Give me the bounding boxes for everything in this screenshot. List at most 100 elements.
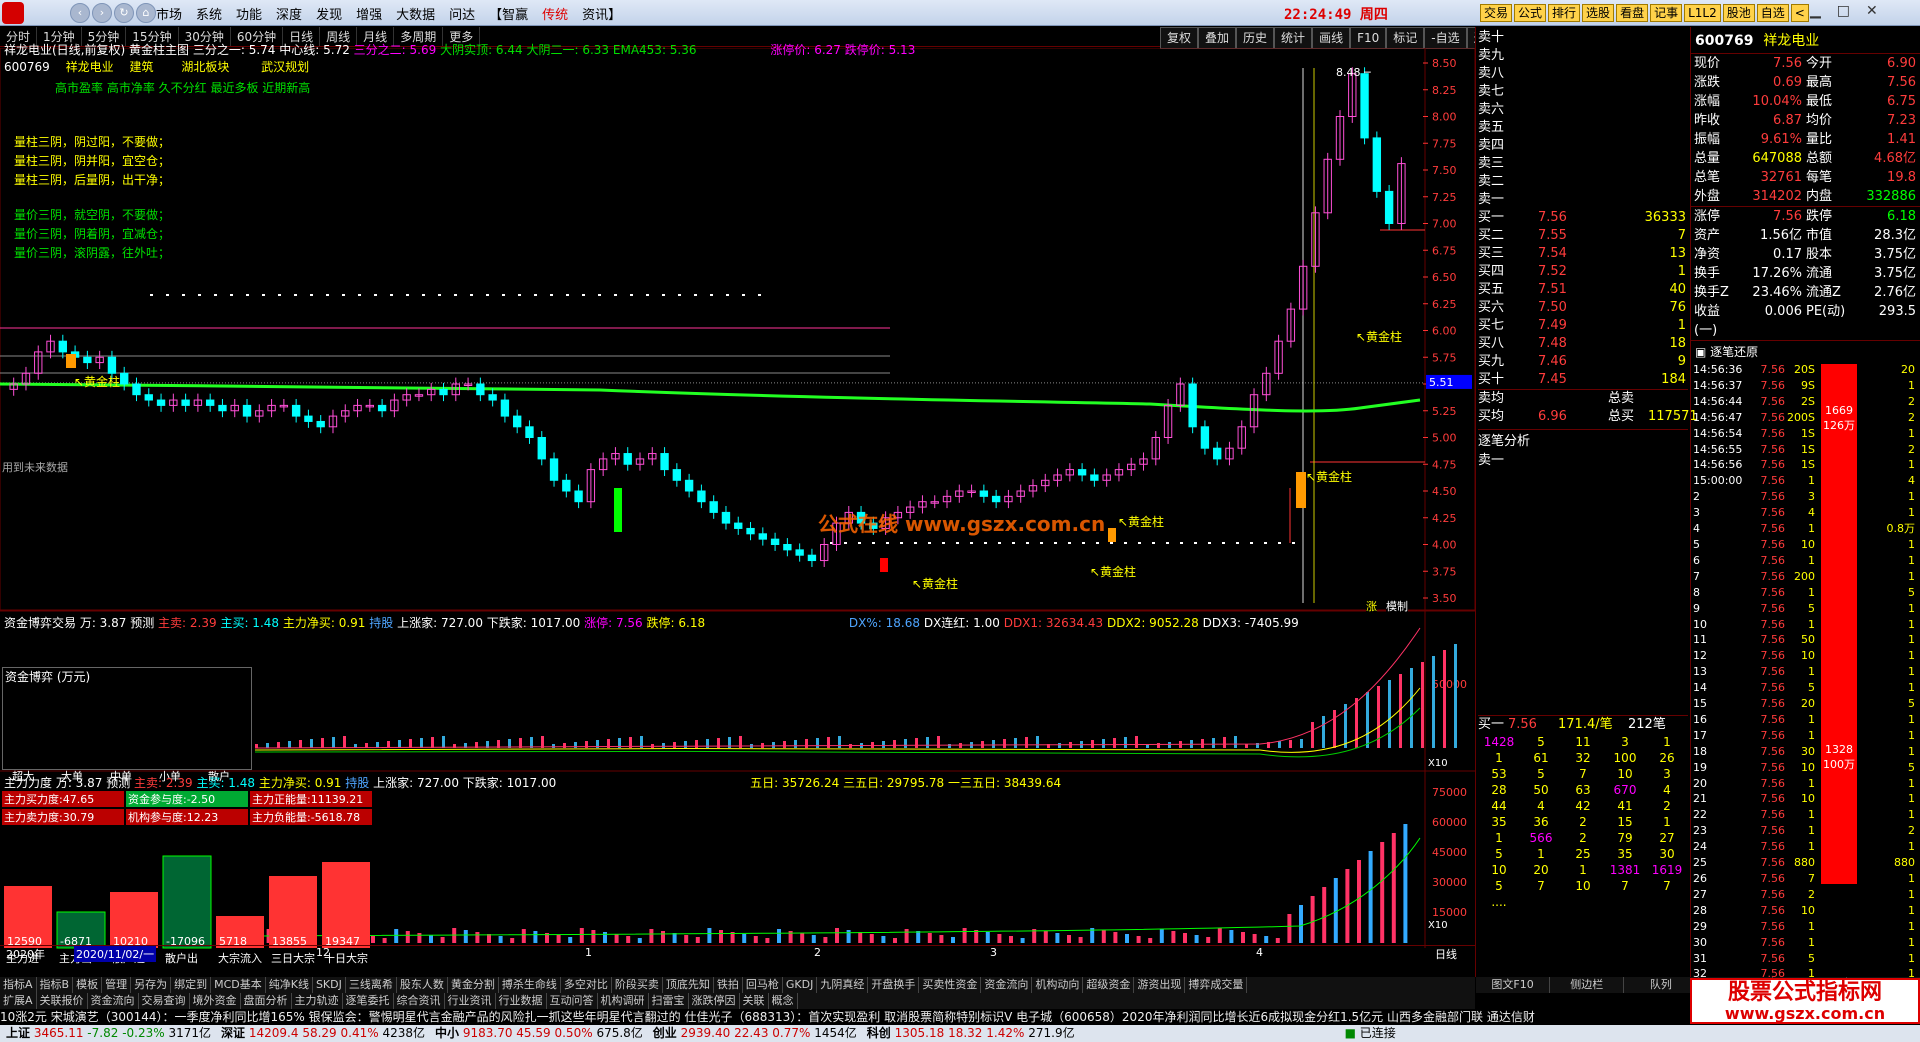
quick-button-5[interactable]: 记事 bbox=[1650, 4, 1683, 22]
quick-button-1[interactable]: 公式 bbox=[1514, 4, 1547, 22]
tool-2[interactable]: 历史 bbox=[1236, 27, 1275, 49]
sell-level-8[interactable]: 卖二 bbox=[1478, 173, 1688, 191]
buy-level-2[interactable]: 买三 7.54 13 bbox=[1478, 245, 1688, 263]
panel-tab-2[interactable]: 队列 bbox=[1624, 977, 1699, 993]
indicator-tab-5[interactable]: 绑定到 bbox=[171, 977, 212, 993]
indicator-tab-6[interactable]: MCD基本 bbox=[211, 977, 266, 993]
buy-level-6[interactable]: 买七 7.49 1 bbox=[1478, 317, 1688, 335]
sell-level-3[interactable]: 卖七 bbox=[1478, 83, 1688, 101]
indicator-tab-11[interactable]: 黄金分割 bbox=[448, 977, 499, 993]
menu-item-2[interactable]: 功能 bbox=[236, 4, 262, 23]
sell-level-4[interactable]: 卖六 bbox=[1478, 101, 1688, 119]
maximize-icon[interactable]: □ bbox=[1837, 3, 1850, 19]
buy-level-7[interactable]: 买八 7.48 18 bbox=[1478, 335, 1688, 353]
menu-item-5[interactable]: 增强 bbox=[356, 4, 382, 23]
quick-button-4[interactable]: 看盘 bbox=[1616, 4, 1649, 22]
menu-item-0[interactable]: 市场 bbox=[156, 4, 182, 23]
menu-item-8[interactable]: 【智赢 bbox=[489, 4, 528, 23]
indicator-tab-25[interactable]: 游资出现 bbox=[1134, 977, 1186, 993]
buy-level-4[interactable]: 买五 7.51 40 bbox=[1478, 281, 1688, 299]
panel-tab-0[interactable]: 图文F10 bbox=[1476, 977, 1551, 993]
quick-button-3[interactable]: 选股 bbox=[1582, 4, 1615, 22]
extension-tab-16[interactable]: 概念 bbox=[769, 993, 798, 1009]
extension-tab-3[interactable]: 交易查询 bbox=[139, 993, 190, 1009]
indicator-tab-4[interactable]: 另存为 bbox=[131, 977, 172, 993]
extension-tab-9[interactable]: 行业资讯 bbox=[445, 993, 496, 1009]
minimize-icon[interactable]: ▁ bbox=[1810, 3, 1821, 19]
extension-tab-0[interactable]: 扩展A bbox=[0, 993, 37, 1009]
indicator-tab-24[interactable]: 超级资金 bbox=[1083, 977, 1135, 993]
kc-index[interactable]: 科创 1305.18 18.32 1.42% 271.9亿 bbox=[867, 1025, 1075, 1042]
buy-level-9[interactable]: 买十 7.45 184 bbox=[1478, 371, 1688, 389]
sell-level-6[interactable]: 卖四 bbox=[1478, 137, 1688, 155]
indicator-tab-21[interactable]: 买卖性资金 bbox=[919, 977, 982, 993]
quick-button-7[interactable]: 股池 bbox=[1722, 4, 1755, 22]
buy-level-5[interactable]: 买六 7.50 76 bbox=[1478, 299, 1688, 317]
back-icon[interactable]: ‹ bbox=[70, 3, 90, 23]
indicator-tab-19[interactable]: 九阴真经 bbox=[817, 977, 869, 993]
extension-tab-10[interactable]: 行业数据 bbox=[496, 993, 547, 1009]
menu-item-6[interactable]: 大数据 bbox=[396, 4, 435, 23]
menu-item-10[interactable]: 资讯】 bbox=[582, 4, 621, 23]
indicator-tab-2[interactable]: 模板 bbox=[73, 977, 103, 993]
extension-tab-4[interactable]: 境外资金 bbox=[190, 993, 241, 1009]
sz-index[interactable]: 深证 14209.4 58.29 0.41% 4238亿 bbox=[221, 1025, 425, 1042]
indicator-tab-3[interactable]: 管理 bbox=[102, 977, 132, 993]
indicator-tab-23[interactable]: 机构动向 bbox=[1032, 977, 1084, 993]
sell-level-2[interactable]: 卖八 bbox=[1478, 65, 1688, 83]
extension-tab-14[interactable]: 涨跌停因 bbox=[689, 993, 740, 1009]
indicator-tab-13[interactable]: 多空对比 bbox=[561, 977, 612, 993]
quick-button-9[interactable]: < bbox=[1790, 4, 1809, 22]
tool-1[interactable]: 叠加 bbox=[1198, 27, 1237, 49]
indicator-tab-7[interactable]: 纯净K线 bbox=[266, 977, 313, 993]
indicator-tab-18[interactable]: GKDJ bbox=[783, 977, 818, 993]
extension-tab-15[interactable]: 关联 bbox=[740, 993, 769, 1009]
tool-3[interactable]: 统计 bbox=[1274, 27, 1313, 49]
buy-level-8[interactable]: 买九 7.46 9 bbox=[1478, 353, 1688, 371]
indicator-tab-26[interactable]: 搏弈成交量 bbox=[1185, 977, 1248, 993]
forward-icon[interactable]: › bbox=[92, 3, 112, 23]
tool-0[interactable]: 复权 bbox=[1160, 27, 1199, 49]
indicator-tab-9[interactable]: 三线离希 bbox=[346, 977, 397, 993]
indicator-tab-12[interactable]: 搏杀生命线 bbox=[499, 977, 561, 993]
indicator-tab-1[interactable]: 指标B bbox=[37, 977, 74, 993]
menu-item-4[interactable]: 发现 bbox=[316, 4, 342, 23]
indicator-tab-0[interactable]: 指标A bbox=[0, 977, 37, 993]
buy-level-1[interactable]: 买二 7.55 7 bbox=[1478, 227, 1688, 245]
panel-tab-1[interactable]: 侧边栏 bbox=[1550, 977, 1625, 993]
extension-tab-1[interactable]: 关联报价 bbox=[37, 993, 88, 1009]
buy-level-3[interactable]: 买四 7.52 1 bbox=[1478, 263, 1688, 281]
extension-tab-13[interactable]: 扫雷宝 bbox=[649, 993, 689, 1009]
extension-tab-6[interactable]: 主力轨迹 bbox=[292, 993, 343, 1009]
menu-item-3[interactable]: 深度 bbox=[276, 4, 302, 23]
sell-level-1[interactable]: 卖九 bbox=[1478, 47, 1688, 65]
sell-level-9[interactable]: 卖一 bbox=[1478, 191, 1688, 209]
sell-level-7[interactable]: 卖三 bbox=[1478, 155, 1688, 173]
indicator-tab-22[interactable]: 资金流向 bbox=[981, 977, 1033, 993]
tool-6[interactable]: 标记 bbox=[1386, 27, 1425, 49]
quick-button-2[interactable]: 排行 bbox=[1548, 4, 1581, 22]
home-icon[interactable]: ⌂ bbox=[136, 3, 156, 23]
indicator-tab-10[interactable]: 股东人数 bbox=[397, 977, 448, 993]
menu-item-7[interactable]: 问达 bbox=[449, 4, 475, 23]
quick-button-8[interactable]: 自选 bbox=[1756, 4, 1789, 22]
indicator-tab-14[interactable]: 阶段买卖 bbox=[612, 977, 663, 993]
quick-button-0[interactable]: 交易 bbox=[1480, 4, 1513, 22]
cy-index[interactable]: 创业 2939.40 22.43 0.77% 1454亿 bbox=[653, 1025, 857, 1042]
menu-item-1[interactable]: 系统 bbox=[196, 4, 222, 23]
tool-7[interactable]: -自选 bbox=[1424, 27, 1467, 49]
extension-tab-5[interactable]: 盘面分析 bbox=[241, 993, 292, 1009]
extension-tab-7[interactable]: 逐笔委托 bbox=[343, 993, 394, 1009]
extension-tab-2[interactable]: 资金流向 bbox=[88, 993, 139, 1009]
sell-level-5[interactable]: 卖五 bbox=[1478, 119, 1688, 137]
menu-item-9[interactable]: 传统 bbox=[542, 4, 568, 23]
sh-index[interactable]: 上证 3465.11 -7.82 -0.23% 3171亿 bbox=[6, 1025, 211, 1042]
extension-tab-11[interactable]: 互动问答 bbox=[547, 993, 598, 1009]
refresh-icon[interactable]: ↻ bbox=[114, 3, 134, 23]
tool-5[interactable]: F10 bbox=[1350, 27, 1387, 49]
indicator-tab-20[interactable]: 开盘换手 bbox=[868, 977, 920, 993]
extension-tab-8[interactable]: 综合资讯 bbox=[394, 993, 445, 1009]
close-icon[interactable]: ✕ bbox=[1866, 3, 1878, 19]
indicator-tab-16[interactable]: 铁拍 bbox=[714, 977, 743, 993]
extension-tab-12[interactable]: 机构调研 bbox=[598, 993, 649, 1009]
